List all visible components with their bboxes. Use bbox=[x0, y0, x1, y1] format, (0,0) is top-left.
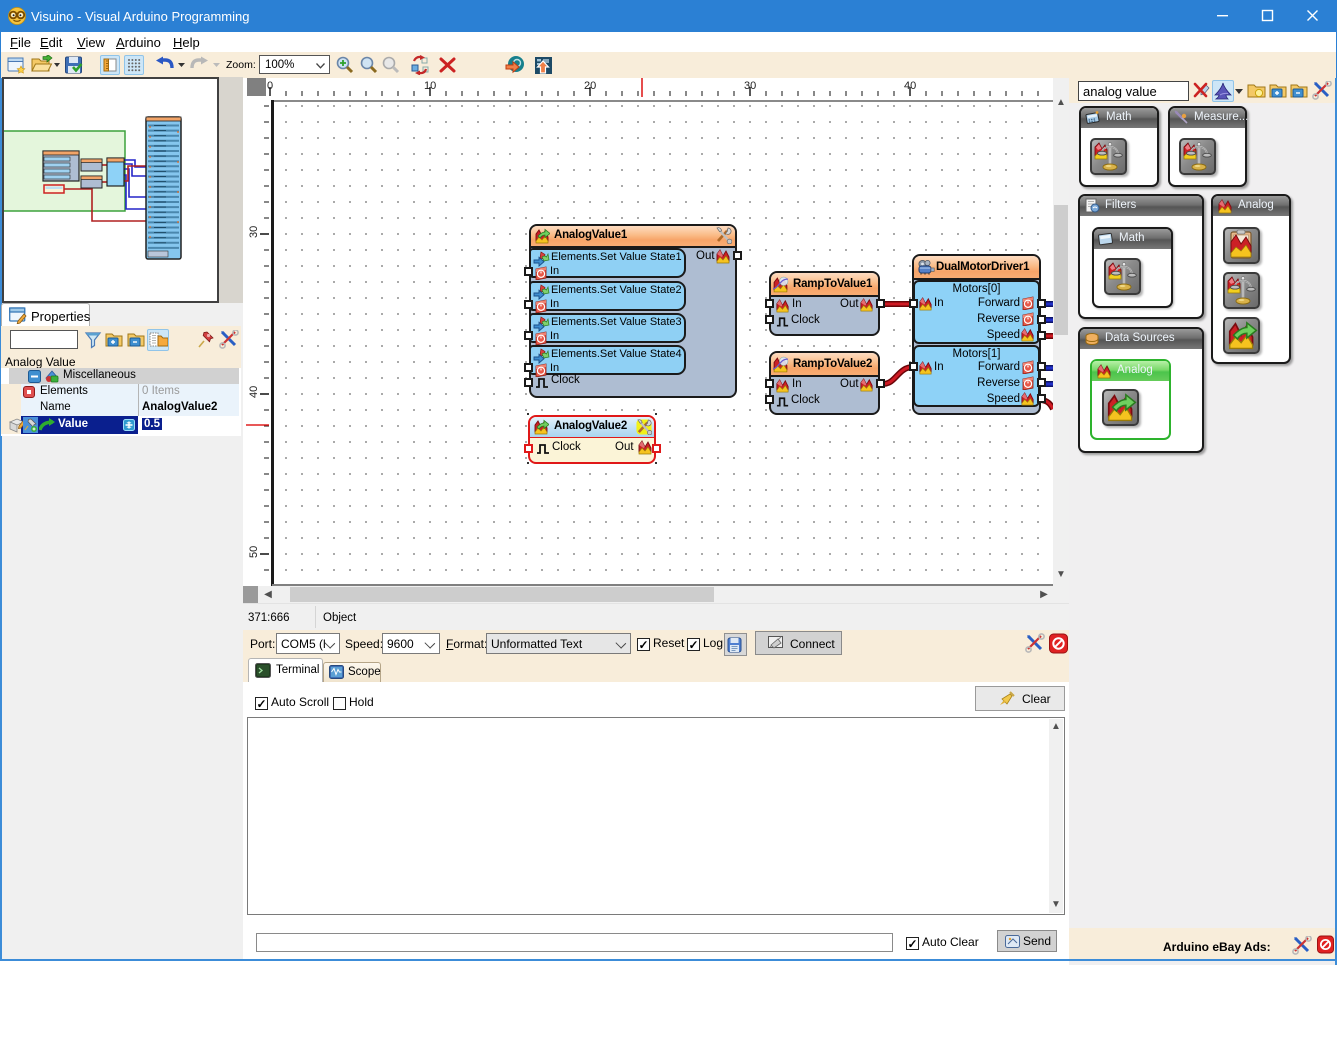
svg-text:50: 50 bbox=[248, 546, 260, 558]
svg-text:30: 30 bbox=[744, 80, 756, 92]
svg-text:10: 10 bbox=[424, 80, 436, 92]
svg-text:20: 20 bbox=[584, 80, 596, 92]
svg-text:40: 40 bbox=[248, 386, 260, 398]
svg-text:0: 0 bbox=[267, 80, 273, 92]
svg-text:30: 30 bbox=[248, 226, 260, 238]
svg-text:40: 40 bbox=[904, 80, 916, 92]
